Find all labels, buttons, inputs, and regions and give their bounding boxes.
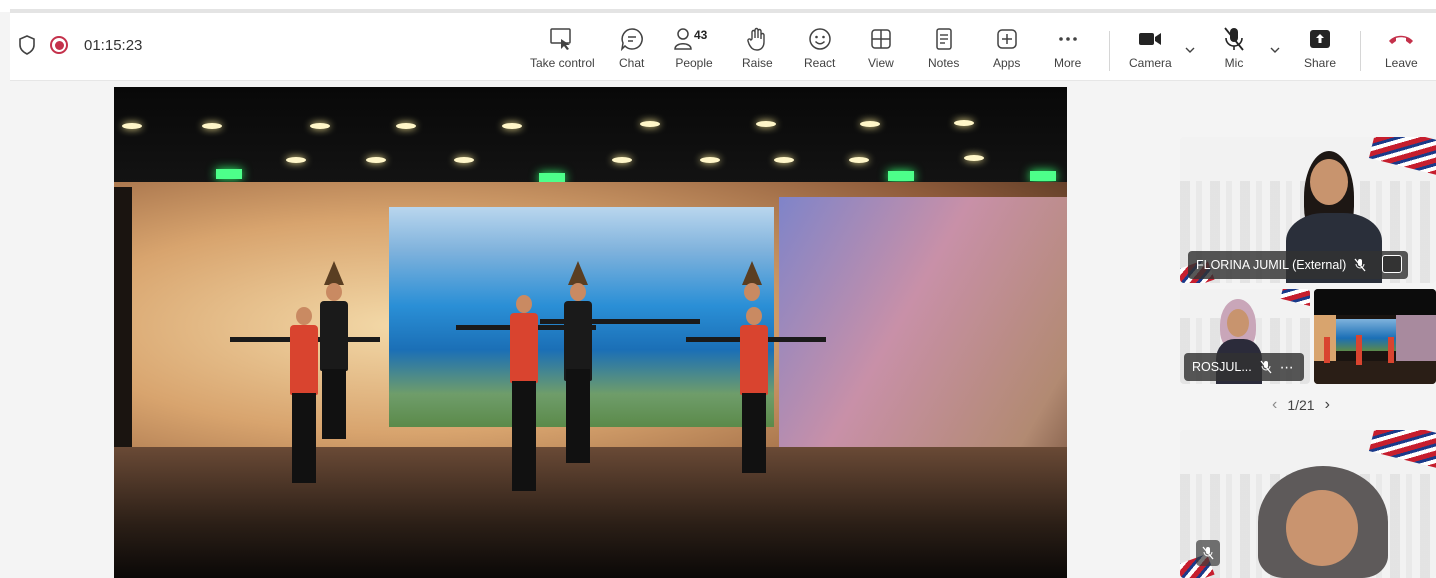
take-control-icon xyxy=(549,25,575,53)
more-button[interactable]: More xyxy=(1054,25,1081,77)
chat-icon xyxy=(620,25,644,53)
participant-nameplate: ROSJUL... ⋯ xyxy=(1184,353,1304,381)
toolbar-divider xyxy=(1109,31,1110,71)
more-dots-icon xyxy=(1057,25,1079,53)
notes-label: Notes xyxy=(928,56,960,70)
notes-icon xyxy=(934,25,954,53)
meeting-status: 01:15:23 xyxy=(18,35,142,55)
page-indicator: 1/21 xyxy=(1287,397,1315,413)
grid-view-icon xyxy=(870,25,892,53)
stage-ceiling xyxy=(114,87,1067,192)
share-screen-icon xyxy=(1308,25,1332,53)
participant-nameplate: FLORINA JUMIL (External) xyxy=(1188,251,1408,279)
more-options-icon[interactable]: ⋯ xyxy=(1280,359,1294,376)
chevron-left-icon[interactable]: ‹ xyxy=(1272,396,1277,414)
people-label: People xyxy=(675,56,713,70)
people-button[interactable]: 43 People xyxy=(674,25,714,77)
more-label: More xyxy=(1054,56,1082,70)
take-control-label: Take control xyxy=(530,56,595,70)
share-label: Share xyxy=(1304,56,1337,70)
mic-muted-icon xyxy=(1354,258,1366,272)
share-button[interactable]: Share xyxy=(1304,25,1336,77)
react-button[interactable]: React xyxy=(804,25,835,77)
participant-tile[interactable]: FLORINA JUMIL (External) xyxy=(1180,137,1436,283)
toolbar-divider xyxy=(1360,31,1361,71)
camera-icon xyxy=(1137,25,1163,53)
mic-muted-icon xyxy=(1196,540,1220,566)
hand-icon xyxy=(746,25,768,53)
participant-tile[interactable]: ROSJUL... ⋯ xyxy=(1180,289,1310,384)
meeting-timer: 01:15:23 xyxy=(84,36,143,54)
add-app-icon xyxy=(996,25,1018,53)
view-button[interactable]: View xyxy=(868,25,894,77)
participant-pager: ‹ 1/21 › xyxy=(1272,396,1330,414)
camera-options-chevron-icon[interactable] xyxy=(1183,43,1197,57)
participant-tile[interactable] xyxy=(1314,289,1436,384)
raise-hand-button[interactable]: Raise xyxy=(742,25,773,77)
shield-icon[interactable] xyxy=(18,35,36,55)
apps-button[interactable]: Apps xyxy=(993,25,1020,77)
mic-label: Mic xyxy=(1224,56,1244,70)
mic-muted-icon xyxy=(1222,25,1246,53)
people-count: 43 xyxy=(694,28,708,42)
meeting-toolbar: 01:15:23 Take control Chat 43 People Rai… xyxy=(10,13,1436,81)
apps-label: Apps xyxy=(993,56,1021,70)
people-icon: 43 xyxy=(674,25,714,53)
take-control-button[interactable]: Take control xyxy=(530,25,595,77)
participant-name: ROSJUL... xyxy=(1192,360,1252,374)
mic-muted-icon xyxy=(1260,360,1272,374)
chevron-right-icon[interactable]: › xyxy=(1325,396,1330,414)
participant-name: FLORINA JUMIL (External) xyxy=(1196,258,1347,272)
shared-video-stage[interactable] xyxy=(114,87,1067,578)
raise-label: Raise xyxy=(742,56,773,70)
chat-label: Chat xyxy=(619,56,645,70)
chat-button[interactable]: Chat xyxy=(619,25,644,77)
notes-button[interactable]: Notes xyxy=(928,25,959,77)
leave-label: Leave xyxy=(1385,56,1418,70)
smiley-icon xyxy=(808,25,832,53)
react-label: React xyxy=(804,56,836,70)
camera-button[interactable]: Camera xyxy=(1129,25,1172,77)
pin-icon[interactable] xyxy=(1382,255,1402,273)
mic-options-chevron-icon[interactable] xyxy=(1268,43,1282,57)
participant-tile[interactable] xyxy=(1180,430,1436,578)
leave-button[interactable]: Leave xyxy=(1385,25,1418,77)
mic-button[interactable]: Mic xyxy=(1222,25,1246,77)
stage-floor xyxy=(114,447,1067,578)
hang-up-icon xyxy=(1387,25,1415,53)
record-icon xyxy=(50,36,68,54)
camera-label: Camera xyxy=(1129,56,1172,70)
view-label: View xyxy=(868,56,894,70)
